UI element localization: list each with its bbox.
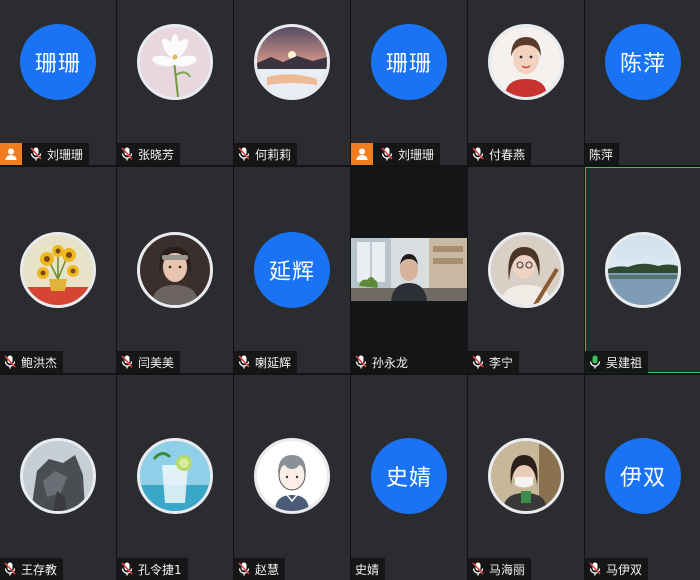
text-avatar: 珊珊 [20, 24, 96, 100]
participant-tile[interactable]: 付春燕 [468, 0, 584, 165]
participant-tile-speaking[interactable]: 吴建祖 [585, 167, 700, 373]
participant-tile[interactable]: 赵慧 [234, 375, 350, 580]
participant-name: 吴建祖 [606, 355, 643, 370]
camera-video-feed-icon [351, 238, 467, 301]
participant-tile[interactable]: 鲍洪杰 [0, 167, 116, 373]
mic-muted-icon [121, 561, 135, 577]
mic-muted-icon [4, 561, 18, 577]
woman-masked-photo-icon [488, 438, 564, 514]
participant-name: 喇延辉 [255, 355, 292, 370]
mic-muted-icon [30, 146, 44, 162]
name-tag: 马伊双 [585, 558, 649, 580]
host-person-icon [0, 143, 22, 165]
participant-tile[interactable]: 王存教 [0, 375, 116, 580]
mic-muted-icon [472, 354, 486, 370]
name-tag: 赵慧 [234, 558, 286, 580]
text-avatar: 陈萍 [605, 24, 681, 100]
mic-muted-icon [238, 146, 252, 162]
mic-muted-icon [238, 561, 252, 577]
mic-muted-icon [4, 354, 18, 370]
woman-portrait-photo-icon [488, 24, 564, 100]
cartoon-boy-drawing-icon [254, 438, 330, 514]
iced-drink-photo-icon [137, 438, 213, 514]
name-tag: 刘珊珊 [351, 143, 441, 165]
participant-name: 马海丽 [489, 562, 526, 577]
name-tag: 史婧 [351, 558, 386, 580]
participant-tile[interactable]: 陈萍 陈萍 [585, 0, 700, 165]
lily-flower-photo-icon [137, 24, 213, 100]
participant-name: 赵慧 [255, 562, 280, 577]
name-tag: 陈萍 [585, 143, 620, 165]
name-tag: 马海丽 [468, 558, 532, 580]
participant-name: 刘珊珊 [398, 147, 435, 162]
text-avatar: 伊双 [605, 438, 681, 514]
participant-tile[interactable]: 延辉 喇延辉 [234, 167, 350, 373]
text-avatar: 史婧 [371, 438, 447, 514]
girl-guitar-photo-icon [488, 232, 564, 308]
participant-grid: 珊珊 刘珊珊 张晓芳 何莉莉 珊珊 刘珊珊 付春燕 陈萍 陈萍 鲍洪杰 闫美美 … [0, 0, 700, 580]
name-tag: 喇延辉 [234, 351, 298, 373]
participant-tile[interactable]: 史婧 史婧 [351, 375, 467, 580]
mic-muted-icon [121, 146, 135, 162]
lake-landscape-photo-icon [605, 232, 681, 308]
name-tag: 闫美美 [117, 351, 181, 373]
participant-name: 史婧 [355, 562, 380, 577]
name-tag: 李宁 [468, 351, 520, 373]
participant-tile[interactable]: 马海丽 [468, 375, 584, 580]
host-person-icon [351, 143, 373, 165]
name-tag: 张晓芳 [117, 143, 181, 165]
name-tag: 鲍洪杰 [0, 351, 64, 373]
mic-muted-icon [121, 354, 135, 370]
name-tag: 付春燕 [468, 143, 532, 165]
participant-name: 付春燕 [489, 147, 526, 162]
participant-tile[interactable]: 伊双 马伊双 [585, 375, 700, 580]
mic-muted-icon [472, 561, 486, 577]
name-tag: 刘珊珊 [0, 143, 90, 165]
participant-name: 何莉莉 [255, 147, 292, 162]
participant-name: 孙永龙 [372, 355, 409, 370]
mic-muted-icon [472, 146, 486, 162]
sunset-snow-photo-icon [254, 24, 330, 100]
participant-name: 孔令捷1 [138, 562, 182, 577]
sunflowers-painting-icon [20, 232, 96, 308]
participant-name: 马伊双 [606, 562, 643, 577]
participant-name: 鲍洪杰 [21, 355, 58, 370]
participant-tile[interactable]: 孙永龙 [351, 167, 467, 373]
mic-muted-icon [355, 354, 369, 370]
participant-tile[interactable]: 何莉莉 [234, 0, 350, 165]
name-tag: 孙永龙 [351, 351, 415, 373]
mic-muted-icon [238, 354, 252, 370]
mic-muted-icon [589, 561, 603, 577]
rock-formation-photo-icon [20, 438, 96, 514]
participant-tile[interactable]: 闫美美 [117, 167, 233, 373]
name-tag: 王存教 [0, 558, 64, 580]
participant-name: 陈萍 [589, 147, 614, 162]
participant-tile[interactable]: 珊珊 刘珊珊 [351, 0, 467, 165]
mic-active-icon [589, 354, 603, 370]
participant-name: 张晓芳 [138, 147, 175, 162]
participant-name: 刘珊珊 [47, 147, 84, 162]
mic-muted-icon [381, 146, 395, 162]
name-tag: 孔令捷1 [117, 558, 188, 580]
text-avatar: 延辉 [254, 232, 330, 308]
participant-name: 王存教 [21, 562, 58, 577]
participant-tile[interactable]: 珊珊 刘珊珊 [0, 0, 116, 165]
participant-tile[interactable]: 李宁 [468, 167, 584, 373]
participant-tile[interactable]: 张晓芳 [117, 0, 233, 165]
participant-name: 李宁 [489, 355, 514, 370]
participant-tile[interactable]: 孔令捷1 [117, 375, 233, 580]
name-tag: 吴建祖 [585, 351, 649, 373]
woman-headband-photo-icon [137, 232, 213, 308]
name-tag: 何莉莉 [234, 143, 298, 165]
text-avatar: 珊珊 [371, 24, 447, 100]
participant-name: 闫美美 [138, 355, 175, 370]
